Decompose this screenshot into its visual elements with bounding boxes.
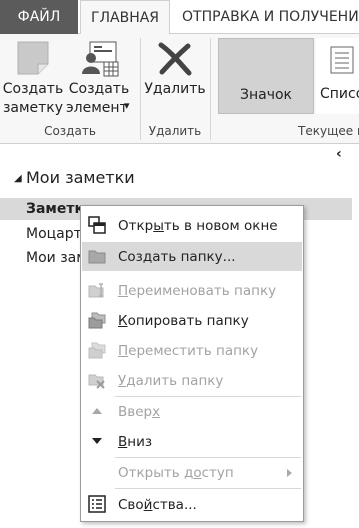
triangle-down-icon (92, 438, 102, 444)
folder-icon (88, 250, 106, 264)
menu-open-new-window-label: Открыть в новом окне (118, 217, 278, 234)
menu-move-down-label: Вниз (118, 433, 153, 450)
collapse-pane-icon[interactable]: ‹ (336, 146, 342, 162)
menu-delete-folder-label: Удалить папку (118, 372, 224, 389)
view-list-label: Список (320, 86, 359, 102)
new-note-button[interactable]: Создать заметку (2, 38, 64, 120)
list-view-icon (330, 46, 354, 74)
view-list-option[interactable]: Список (316, 38, 359, 114)
triangle-up-icon (92, 408, 102, 414)
new-window-icon (88, 216, 106, 234)
ribbon-separator (140, 38, 141, 140)
new-item-button[interactable]: Создать элемент ▾ (66, 38, 136, 120)
delete-label: Удалить (144, 81, 206, 97)
context-menu: Открыть в новом окне Создать папку... Пе… (80, 205, 304, 522)
menu-move-up-label: Вверх (118, 403, 161, 420)
copy-folder-icon (88, 312, 106, 329)
delete-button[interactable]: Удалить (143, 38, 207, 120)
new-note-label-1: Создать (2, 81, 64, 97)
pane-title[interactable]: Мои заметки (26, 168, 135, 187)
chevron-down-icon: ▾ (124, 99, 130, 112)
menu-copy-folder-label: Копировать папку (118, 312, 249, 329)
menu-share[interactable]: Открыть доступ (82, 458, 302, 487)
menu-properties-label: Свойства... (118, 496, 197, 513)
expand-triangle-icon[interactable]: ◢ (14, 173, 22, 184)
tab-send-receive[interactable]: ОТПРАВКА И ПОЛУЧЕНИЕ (182, 0, 359, 34)
delete-x-icon (158, 42, 192, 76)
menu-properties[interactable]: Свойства... (82, 490, 302, 519)
menu-rename-folder[interactable]: Переименовать папку (82, 276, 302, 305)
rename-folder-icon (88, 283, 104, 298)
submenu-arrow-icon (287, 469, 292, 477)
group-create-label: Создать (44, 124, 96, 138)
delete-folder-icon (88, 374, 105, 389)
menu-move-down[interactable]: Вниз (82, 427, 302, 456)
tree-item-mozart[interactable]: Моцарт (26, 226, 82, 242)
group-current-view-label: Текущее п (298, 124, 359, 138)
group-delete-label: Удалить (148, 124, 202, 138)
contact-calendar-icon (82, 41, 119, 77)
move-folder-icon (88, 342, 106, 359)
menu-copy-folder[interactable]: Копировать папку (82, 306, 302, 335)
menu-move-up[interactable]: Вверх (82, 397, 302, 426)
note-icon (17, 41, 49, 75)
menu-move-folder-label: Переместить папку (118, 342, 259, 359)
view-icon-label: Значок (239, 87, 292, 103)
ribbon-separator (210, 38, 211, 140)
menu-move-folder[interactable]: Переместить папку (82, 336, 302, 365)
new-item-label-2: элемент (66, 100, 128, 116)
properties-icon (88, 495, 106, 513)
view-icon-option[interactable]: Значок (218, 38, 314, 114)
menu-rename-folder-label: Переименовать папку (118, 282, 277, 299)
new-note-label-2: заметку (2, 100, 64, 116)
menu-open-new-window[interactable]: Открыть в новом окне (82, 211, 302, 240)
menu-share-label: Открыть доступ (118, 464, 234, 481)
menu-delete-folder[interactable]: Удалить папку (82, 366, 302, 395)
new-item-label-1: Создать (68, 81, 130, 97)
menu-create-folder[interactable]: Создать папку... (82, 242, 302, 271)
menu-create-folder-label: Создать папку... (118, 248, 236, 265)
menu-separator (115, 488, 301, 489)
tab-file[interactable]: ФАЙЛ (0, 0, 78, 34)
tab-home[interactable]: ГЛАВНАЯ (80, 0, 170, 35)
